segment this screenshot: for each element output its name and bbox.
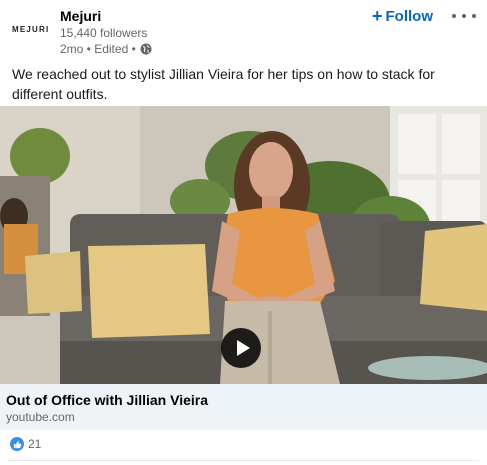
link-domain: youtube.com	[6, 410, 75, 424]
dot	[452, 14, 456, 18]
globe-icon	[140, 43, 152, 55]
feed-post: MEJURI Mejuri 15,440 followers 2mo • Edi…	[0, 0, 487, 465]
dot	[472, 14, 476, 18]
follower-count: 15,440 followers	[60, 26, 148, 40]
follow-label: Follow	[385, 7, 434, 25]
post-meta-text: 2mo • Edited •	[60, 42, 136, 56]
link-title[interactable]: Out of Office with Jillian Vieira	[6, 392, 208, 408]
reaction-count: 21	[28, 437, 42, 451]
plus-icon: +	[372, 6, 383, 26]
post-meta: 2mo • Edited •	[60, 42, 152, 56]
company-logo[interactable]: MEJURI	[12, 22, 52, 36]
divider	[8, 460, 479, 461]
thumbs-up-glyph	[13, 440, 21, 448]
reactions-summary[interactable]: 21	[10, 436, 41, 452]
post-text: We reached out to stylist Jillian Vieira…	[12, 66, 435, 102]
more-dots-icon[interactable]	[452, 10, 476, 22]
video-thumbnail[interactable]	[0, 106, 487, 384]
dot	[462, 14, 466, 18]
follow-button[interactable]: + Follow	[372, 6, 433, 26]
play-icon[interactable]	[221, 328, 261, 368]
post-header: MEJURI Mejuri 15,440 followers 2mo • Edi…	[0, 0, 487, 60]
link-preview[interactable]: Out of Office with Jillian Vieira youtub…	[0, 384, 487, 430]
like-icon	[10, 437, 24, 451]
company-name[interactable]: Mejuri	[60, 8, 101, 24]
